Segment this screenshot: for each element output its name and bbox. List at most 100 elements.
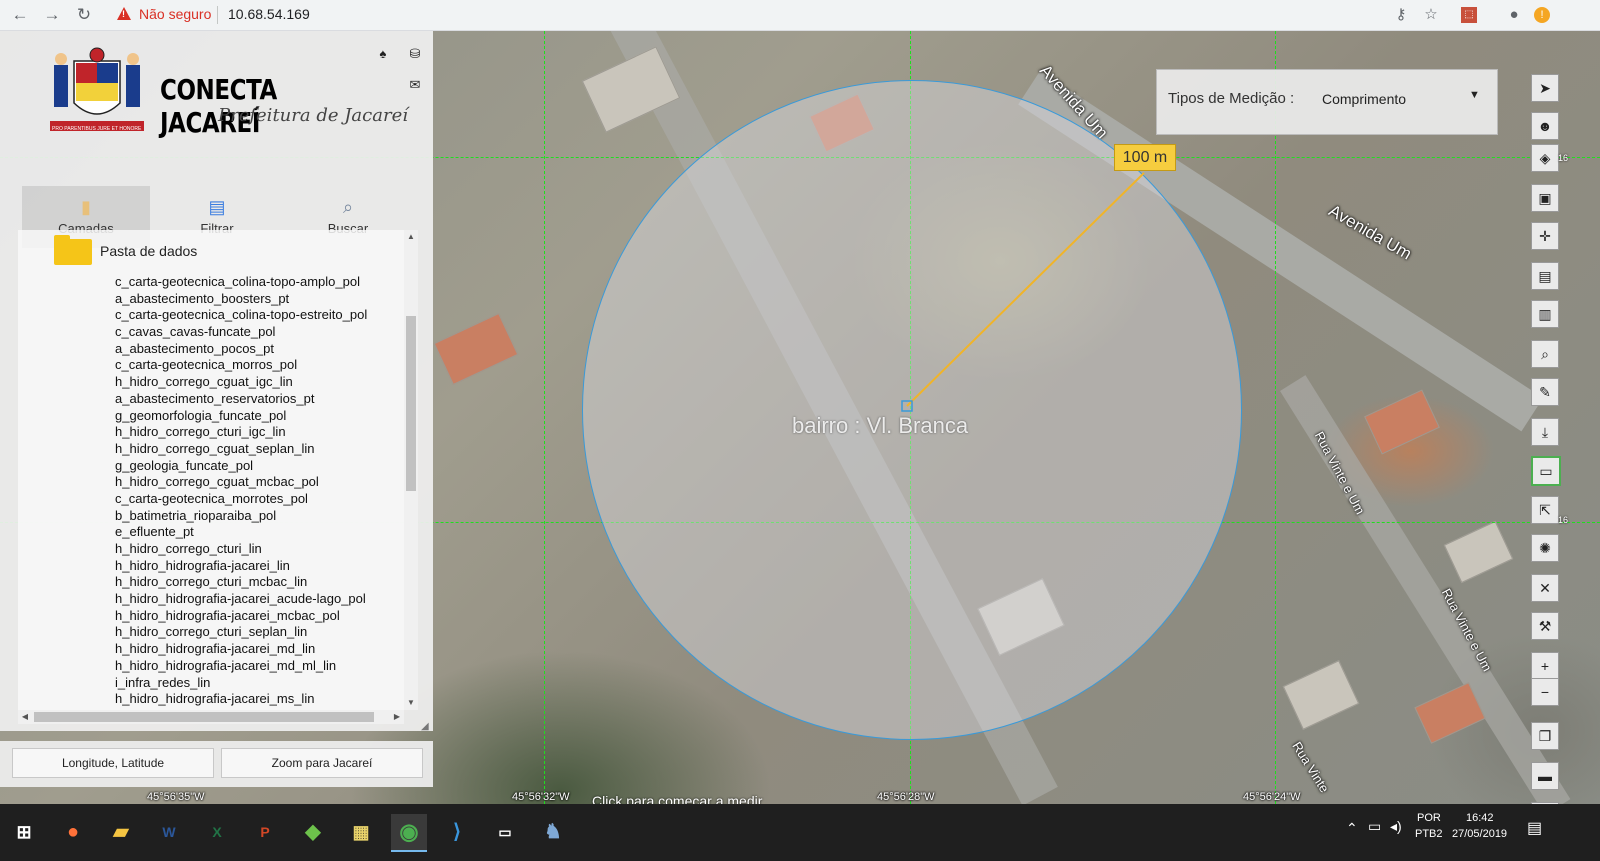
qgis-icon[interactable]: ◆ xyxy=(295,814,331,850)
layer-item[interactable]: c_carta-geotecnica_morros_pol xyxy=(115,357,367,374)
chevron-down-icon[interactable]: ▼ xyxy=(1469,89,1480,101)
zoom-jacarei-button[interactable]: Zoom para Jacareí xyxy=(221,748,423,778)
resize-grip-icon[interactable]: ◢ xyxy=(421,721,429,732)
layer-item[interactable]: c_cavas_cavas-funcate_pol xyxy=(115,324,367,341)
magnifier-icon: ⌕ xyxy=(342,197,354,217)
map-legend-icon[interactable]: ▣ xyxy=(1531,184,1559,212)
crosshair-icon[interactable]: ✛ xyxy=(1531,222,1559,250)
wrench-icon[interactable]: ⚒ xyxy=(1531,612,1559,640)
windows-start-icon[interactable]: ⊞ xyxy=(6,814,42,850)
volume-icon[interactable]: ◂) xyxy=(1390,818,1402,835)
ruler-icon[interactable]: ▭ xyxy=(1531,456,1561,486)
security-label[interactable]: Não seguro xyxy=(139,6,211,22)
layer-item[interactable]: h_hidro_corrego_cturi_seplan_lin xyxy=(115,624,367,641)
zoom-out-icon[interactable]: − xyxy=(1531,678,1559,706)
layer-item[interactable]: h_hidro_hidrografia-jacarei_ms_lin xyxy=(115,691,367,708)
account-icon[interactable]: ● xyxy=(1504,5,1524,25)
powerpoint-icon[interactable]: P xyxy=(247,814,283,850)
layer-item[interactable]: h_hidro_corrego_cguat_igc_lin xyxy=(115,374,367,391)
layers-icon[interactable]: ◈ xyxy=(1531,144,1559,172)
chevron-up-icon[interactable]: ⌃ xyxy=(1346,820,1358,837)
scrollbar-thumb[interactable] xyxy=(406,316,416,491)
folder-label[interactable]: Pasta de dados xyxy=(100,243,197,259)
layer-item[interactable]: h_hidro_hidrografia-jacarei_md_ml_lin xyxy=(115,658,367,675)
scroll-up-icon[interactable]: ▲ xyxy=(404,230,418,244)
back-icon[interactable]: ← xyxy=(10,5,30,25)
layer-item[interactable]: h_hidro_corrego_cturi_igc_lin xyxy=(115,424,367,441)
excel-icon[interactable]: X xyxy=(199,814,235,850)
export-icon[interactable]: ⇱ xyxy=(1531,496,1559,524)
key-icon[interactable]: ⚷ xyxy=(1391,5,1411,25)
pointer-icon[interactable]: ➤ xyxy=(1531,74,1559,102)
address-bar[interactable]: 10.68.54.169 xyxy=(228,6,310,22)
layer-item[interactable]: g_geomorfologia_funcate_pol xyxy=(115,408,367,425)
fullscreen-icon[interactable]: ❐ xyxy=(1531,722,1559,750)
layer-item[interactable]: a_abastecimento_pocos_pt xyxy=(115,341,367,358)
tools-icon[interactable]: ✕ xyxy=(1531,574,1559,602)
url-separator xyxy=(217,6,218,24)
layer-item[interactable]: i_infra_redes_lin xyxy=(115,675,367,692)
layer-item[interactable]: h_hidro_corrego_cturi_mcbac_lin xyxy=(115,574,367,591)
chart-icon[interactable]: ▥ xyxy=(1531,300,1559,328)
word-icon[interactable]: W xyxy=(151,814,187,850)
layer-item[interactable]: h_hidro_hidrografia-jacarei_mcbac_pol xyxy=(115,608,367,625)
layer-item[interactable]: c_carta-geotecnica_colina-topo-estreito_… xyxy=(115,307,367,324)
keyboard-label[interactable]: PTB2 xyxy=(1415,828,1443,840)
layer-item[interactable]: h_hidro_corrego_cturi_lin xyxy=(115,541,367,558)
reload-icon[interactable]: ↻ xyxy=(74,5,94,25)
layer-item[interactable]: h_hidro_corrego_cguat_mcbac_pol xyxy=(115,474,367,491)
notes-icon[interactable]: ▦ xyxy=(343,814,379,850)
update-icon[interactable]: ! xyxy=(1534,7,1550,23)
horizontal-scrollbar[interactable]: ◀ ▶ xyxy=(18,710,404,724)
layer-item[interactable]: c_carta-geotecnica_morrotes_pol xyxy=(115,491,367,508)
fill-icon[interactable]: ♠ xyxy=(373,44,393,64)
zoom-in-icon[interactable]: + xyxy=(1531,652,1559,680)
chrome-icon[interactable]: ◉ xyxy=(391,814,427,852)
layer-tree: Pasta de dados c_carta-geotecnica_colina… xyxy=(18,230,404,710)
layer-item[interactable]: g_geologia_funcate_pol xyxy=(115,458,367,475)
layer-item[interactable]: h_hidro_hidrografia-jacarei_lin xyxy=(115,558,367,575)
warning-icon[interactable] xyxy=(117,7,131,20)
layer-item[interactable]: e_efluente_pt xyxy=(115,524,367,541)
forward-icon[interactable]: → xyxy=(42,5,62,25)
network-icon[interactable]: ▭ xyxy=(1368,818,1381,835)
layer-item[interactable]: a_abastecimento_boosters_pt xyxy=(115,291,367,308)
layer-list: c_carta-geotecnica_colina-topo-amplo_pol… xyxy=(115,274,367,708)
vertical-scrollbar[interactable]: ▲ ▼ xyxy=(404,230,418,710)
sidebar-panel: PRO PARENTIBUS JURE ET HONORE CONECTA JA… xyxy=(0,31,433,732)
pdf-extension-icon[interactable]: ⬚ xyxy=(1461,7,1477,23)
notifications-icon[interactable]: ▤ xyxy=(1527,818,1542,838)
scrollbar-thumb[interactable] xyxy=(34,712,374,722)
star-icon[interactable]: ☆ xyxy=(1421,5,1441,25)
screen-icon[interactable]: ▬ xyxy=(1531,762,1559,790)
logo-motto: PRO PARENTIBUS JURE ET HONORE xyxy=(50,124,146,134)
user-settings-icon[interactable]: ☻ xyxy=(1531,112,1559,140)
mail-icon[interactable]: ✉ xyxy=(405,75,425,95)
pgadmin-icon[interactable]: ♞ xyxy=(535,814,571,850)
scroll-down-icon[interactable]: ▼ xyxy=(404,696,418,710)
file-explorer-icon[interactable]: ▰ xyxy=(103,814,139,850)
palette-icon[interactable]: ✺ xyxy=(1531,534,1559,562)
scroll-right-icon[interactable]: ▶ xyxy=(390,710,404,724)
layer-item[interactable]: h_hidro_hidrografia-jacarei_acude-lago_p… xyxy=(115,591,367,608)
terminal-icon[interactable]: ▭ xyxy=(487,814,523,850)
document-icon[interactable]: ▤ xyxy=(1531,262,1559,290)
firefox-icon[interactable]: ● xyxy=(55,814,91,850)
clock-date[interactable]: 27/05/2019 xyxy=(1452,828,1507,840)
download-icon[interactable]: ⤓ xyxy=(1531,418,1559,446)
layer-item[interactable]: h_hidro_hidrografia-jacarei_md_lin xyxy=(115,641,367,658)
clock-time[interactable]: 16:42 xyxy=(1466,812,1494,824)
edit-icon[interactable]: ✎ xyxy=(1531,378,1559,406)
layer-item[interactable]: h_hidro_corrego_cguat_seplan_lin xyxy=(115,441,367,458)
layers-icon: ▮ xyxy=(81,197,91,217)
layer-item[interactable]: a_abastecimento_reservatorios_pt xyxy=(115,391,367,408)
search-icon[interactable]: ⌕ xyxy=(1531,340,1559,368)
paint-bucket-icon[interactable]: ⛁ xyxy=(405,44,425,64)
measurement-type-select[interactable]: Comprimento xyxy=(1322,91,1406,107)
layer-item[interactable]: c_carta-geotecnica_colina-topo-amplo_pol xyxy=(115,274,367,291)
scroll-left-icon[interactable]: ◀ xyxy=(18,710,32,724)
layer-item[interactable]: b_batimetria_rioparaiba_pol xyxy=(115,508,367,525)
lonlat-button[interactable]: Longitude, Latitude xyxy=(12,748,214,778)
language-label[interactable]: POR xyxy=(1417,812,1441,824)
vscode-icon[interactable]: ⟩ xyxy=(439,814,475,850)
